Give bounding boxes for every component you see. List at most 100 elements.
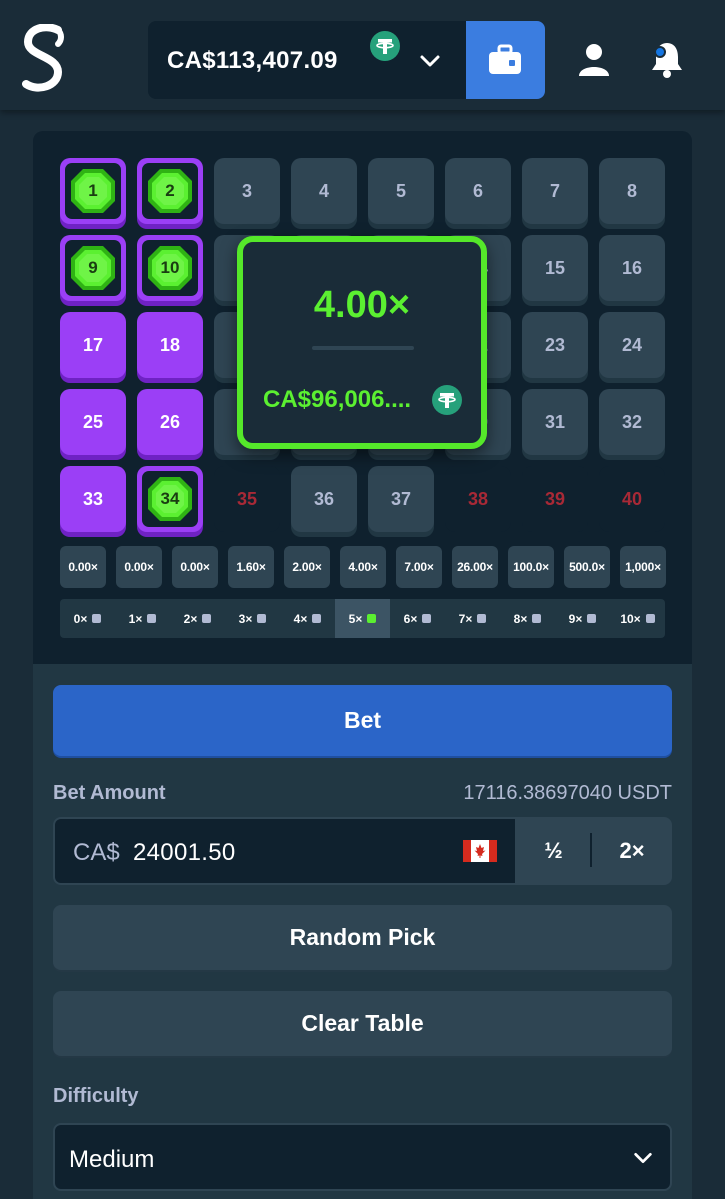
gem-indicator-icon bbox=[312, 614, 322, 623]
bell-icon[interactable] bbox=[646, 40, 688, 80]
bet-amount-group: CA$ 24001.50 ½ 2× bbox=[53, 817, 672, 885]
gem-indicator-icon bbox=[645, 614, 655, 623]
hits-label: 1× bbox=[128, 611, 143, 626]
wallet-selector[interactable]: CA$113,407.09 bbox=[148, 21, 545, 99]
keno-tile[interactable]: 3 bbox=[214, 158, 280, 224]
hits-label: 9× bbox=[568, 611, 583, 626]
hits-cell: 1× bbox=[115, 599, 170, 638]
gem-indicator-icon bbox=[422, 614, 432, 623]
keno-tile[interactable]: 1 bbox=[60, 158, 126, 224]
usdt-equivalent: 17116.38697040 USDT bbox=[463, 782, 672, 804]
keno-tile[interactable]: 33 bbox=[60, 466, 126, 532]
hits-label: 0× bbox=[73, 611, 88, 626]
gem-indicator-icon bbox=[92, 614, 102, 623]
keno-tile[interactable]: 40 bbox=[599, 466, 665, 532]
keno-tile[interactable]: 18 bbox=[137, 312, 203, 378]
gem-indicator-icon bbox=[367, 614, 377, 623]
payout-multiplier: 7.00× bbox=[396, 546, 442, 588]
keno-tile[interactable]: 39 bbox=[522, 466, 588, 532]
bet-amount-input[interactable]: CA$ 24001.50 bbox=[55, 819, 515, 883]
chevron-down-icon[interactable] bbox=[418, 49, 442, 73]
bet-amount-value: 24001.50 bbox=[133, 839, 236, 866]
result-payout: CA$96,006.... bbox=[263, 386, 412, 413]
payout-multiplier: 100.0× bbox=[508, 546, 554, 588]
gem-indicator-icon bbox=[587, 614, 597, 623]
clear-table-button[interactable]: Clear Table bbox=[53, 991, 672, 1056]
result-popup: 4.00× CA$96,006.... bbox=[237, 236, 487, 449]
keno-tile[interactable]: 17 bbox=[60, 312, 126, 378]
hits-cell: 0× bbox=[60, 599, 115, 638]
gem-indicator-icon bbox=[147, 614, 157, 623]
tether-usdt-icon bbox=[432, 385, 462, 415]
hits-label: 3× bbox=[238, 611, 253, 626]
difficulty-value: Medium bbox=[69, 1146, 155, 1173]
keno-tile[interactable]: 38 bbox=[445, 466, 511, 532]
keno-tile[interactable]: 36 bbox=[291, 466, 357, 532]
payout-multiplier: 0.00× bbox=[172, 546, 218, 588]
keno-tile[interactable]: 10 bbox=[137, 235, 203, 301]
wallet-balance: CA$113,407.09 bbox=[167, 47, 338, 74]
payout-multiplier: 4.00× bbox=[340, 546, 386, 588]
keno-tile[interactable]: 4 bbox=[291, 158, 357, 224]
keno-tile[interactable]: 6 bbox=[445, 158, 511, 224]
tile-number: 34 bbox=[160, 489, 180, 508]
hits-cell: 10× bbox=[610, 599, 665, 638]
keno-tile[interactable]: 31 bbox=[522, 389, 588, 455]
hits-label: 2× bbox=[183, 611, 198, 626]
bet-amount-label: Bet Amount bbox=[53, 782, 166, 804]
stake-logo-icon[interactable] bbox=[18, 24, 70, 94]
wallet-button[interactable] bbox=[466, 21, 545, 99]
keno-tile[interactable]: 25 bbox=[60, 389, 126, 455]
difficulty-select[interactable]: Medium bbox=[53, 1123, 672, 1191]
payout-multiplier: 26.00× bbox=[452, 546, 498, 588]
hits-indicator: 0× 1× 2× 3× 4× 5× 6× 7× 8× 9× 10× bbox=[60, 599, 665, 638]
payout-multiplier: 2.00× bbox=[284, 546, 330, 588]
tile-number: 10 bbox=[160, 258, 180, 277]
hits-cell: 4× bbox=[280, 599, 335, 638]
gem-indicator-icon bbox=[532, 614, 542, 623]
hits-label: 5× bbox=[348, 611, 363, 626]
gem-indicator-icon bbox=[477, 614, 487, 623]
keno-tile[interactable]: 35 bbox=[214, 466, 280, 532]
chevron-down-icon bbox=[634, 1152, 652, 1164]
keno-tile[interactable]: 7 bbox=[522, 158, 588, 224]
result-multiplier: 4.00× bbox=[313, 284, 411, 326]
keno-tile[interactable]: 9 bbox=[60, 235, 126, 301]
wallet-icon bbox=[489, 44, 521, 74]
hits-label: 6× bbox=[403, 611, 418, 626]
hits-cell: 8× bbox=[500, 599, 555, 638]
keno-tile[interactable]: 8 bbox=[599, 158, 665, 224]
keno-tile[interactable]: 32 bbox=[599, 389, 665, 455]
result-divider bbox=[312, 346, 414, 350]
bet-button[interactable]: Bet bbox=[53, 685, 672, 756]
canada-flag-icon bbox=[463, 840, 497, 862]
hits-cell: 9× bbox=[555, 599, 610, 638]
half-bet-button[interactable]: ½ bbox=[516, 817, 591, 885]
keno-tile[interactable]: 2 bbox=[137, 158, 203, 224]
keno-tile[interactable]: 15 bbox=[522, 235, 588, 301]
payout-multiplier: 1,000× bbox=[620, 546, 666, 588]
keno-tile[interactable]: 37 bbox=[368, 466, 434, 532]
payout-multiplier: 0.00× bbox=[60, 546, 106, 588]
hits-cell: 3× bbox=[225, 599, 280, 638]
tile-number: 2 bbox=[165, 181, 175, 200]
user-icon[interactable] bbox=[574, 40, 614, 80]
hits-cell: 6× bbox=[390, 599, 445, 638]
keno-tile[interactable]: 23 bbox=[522, 312, 588, 378]
keno-tile[interactable]: 24 bbox=[599, 312, 665, 378]
hits-cell: 5× bbox=[335, 599, 390, 638]
difficulty-label: Difficulty bbox=[53, 1085, 139, 1107]
double-bet-button[interactable]: 2× bbox=[592, 817, 672, 885]
hits-label: 7× bbox=[458, 611, 473, 626]
keno-tile[interactable]: 26 bbox=[137, 389, 203, 455]
keno-tile[interactable]: 16 bbox=[599, 235, 665, 301]
hits-label: 10× bbox=[620, 611, 641, 626]
keno-tile[interactable]: 5 bbox=[368, 158, 434, 224]
random-pick-button[interactable]: Random Pick bbox=[53, 905, 672, 970]
top-bar: CA$113,407.09 bbox=[0, 0, 725, 110]
payout-multiplier: 0.00× bbox=[116, 546, 162, 588]
payout-multiplier: 1.60× bbox=[228, 546, 274, 588]
hits-cell: 2× bbox=[170, 599, 225, 638]
tether-usdt-icon bbox=[370, 31, 400, 61]
keno-tile[interactable]: 34 bbox=[137, 466, 203, 532]
